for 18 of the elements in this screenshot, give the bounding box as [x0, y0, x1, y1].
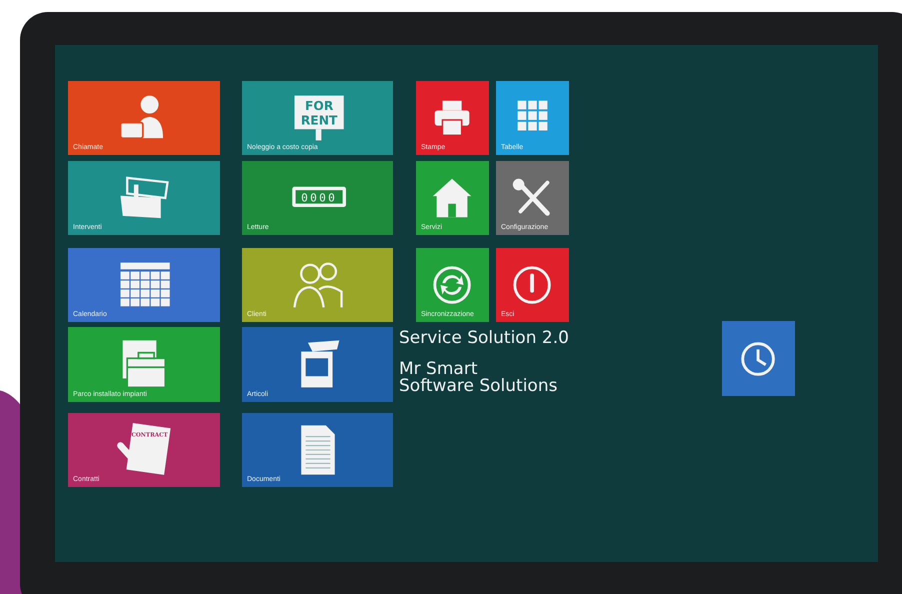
open-box-icon — [300, 340, 339, 387]
counter-icon: 0000 — [292, 186, 346, 207]
app-tile[interactable] — [722, 321, 795, 396]
clock-icon — [740, 342, 774, 376]
power-icon — [512, 266, 550, 304]
printer-icon — [434, 100, 469, 136]
document-icon — [300, 425, 334, 475]
product-name: Service Solution 2.0 — [399, 330, 569, 347]
company-name: Software Solutions — [399, 378, 558, 395]
company-name: Mr Smart — [399, 361, 478, 378]
people-icon — [292, 262, 342, 308]
calendar-icon — [120, 262, 170, 306]
sync-icon — [432, 266, 470, 304]
briefcase-icon — [122, 340, 166, 388]
house-icon — [432, 178, 471, 218]
grid-icon — [517, 100, 547, 130]
operator-phone-icon — [120, 96, 164, 139]
toolbox-icon — [120, 176, 169, 218]
